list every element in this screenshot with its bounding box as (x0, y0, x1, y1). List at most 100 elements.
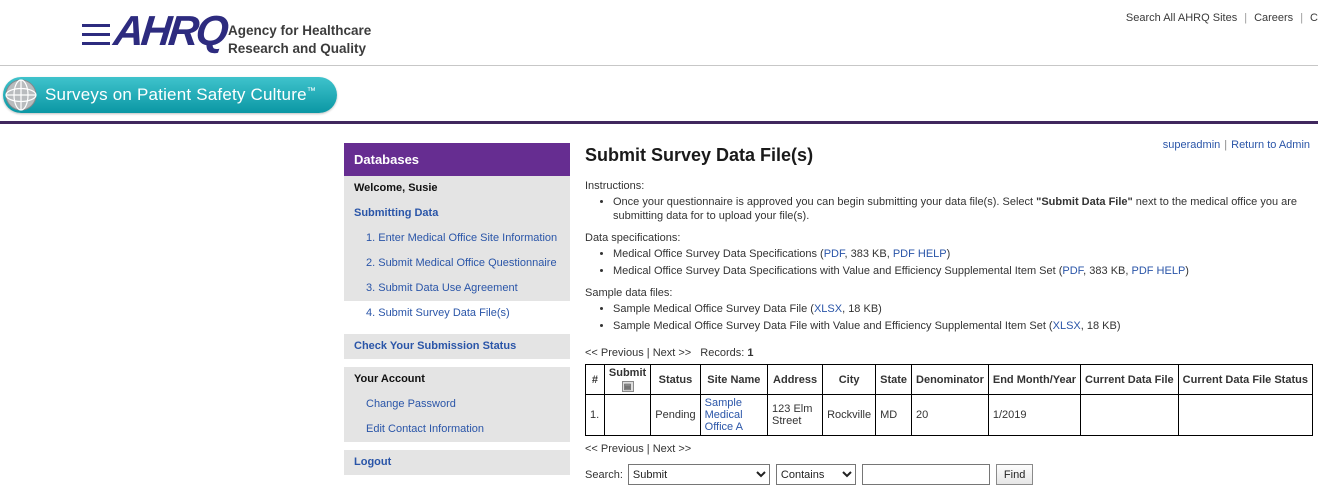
cell-address: 123 Elm Street (768, 395, 823, 436)
sidebar-block-status: Check Your Submission Status (344, 334, 570, 359)
tagline-line2: Research and Quality (228, 40, 371, 58)
col-header-city: City (823, 365, 876, 395)
list-item: Medical Office Survey Data Specification… (613, 264, 1313, 278)
sidebar-header-databases: Databases (344, 143, 570, 176)
list-item: Once your questionnaire is approved you … (613, 195, 1313, 223)
survey-data-table: # Submit▤ Status Site Name Address City … (585, 364, 1313, 436)
sidebar-item-check-submission-status[interactable]: Check Your Submission Status (344, 334, 570, 359)
search-input[interactable] (862, 464, 990, 485)
globe-icon (5, 79, 37, 111)
cell-num: 1. (586, 395, 605, 436)
site-name-link[interactable]: Sample Medical Office A (705, 397, 743, 433)
cell-city: Rockville (823, 395, 876, 436)
sample-text: Sample Medical Office Survey Data File w… (613, 320, 1053, 332)
instructions-label: Instructions: (585, 180, 1313, 192)
xlsx-link[interactable]: XLSX (1053, 320, 1081, 332)
table-row: 1. Pending Sample Medical Office A 123 E… (586, 395, 1313, 436)
instruction-bold-text: "Submit Data File" (1036, 196, 1133, 208)
list-item: Medical Office Survey Data Specification… (613, 247, 1313, 261)
col-header-status: Status (651, 365, 700, 395)
spec-text: , 383 KB, (1083, 265, 1131, 277)
sidebar-item-submit-data-use-agreement[interactable]: 3. Submit Data Use Agreement (344, 276, 570, 301)
previous-link[interactable]: << Previous (585, 443, 644, 455)
sidebar-item-submit-questionnaire[interactable]: 2. Submit Medical Office Questionnaire (344, 251, 570, 276)
main-panel: Submit Survey Data File(s) Instructions:… (585, 145, 1313, 485)
careers-link[interactable]: Careers (1254, 12, 1293, 24)
next-link[interactable]: Next >> (653, 443, 692, 455)
sample-files-list: Sample Medical Office Survey Data File (… (613, 302, 1313, 333)
site-header: AHRQ Agency for Healthcare Research and … (0, 0, 1318, 66)
sidebar-block-submitting: Welcome, Susie Submitting Data 1. Enter … (344, 176, 570, 326)
spec-text: , 383 KB, (845, 248, 893, 260)
logo-tagline: Agency for Healthcare Research and Quali… (228, 22, 371, 57)
instructions-list: Once your questionnaire is approved you … (613, 195, 1313, 223)
sidebar: Databases Welcome, Susie Submitting Data… (344, 143, 570, 483)
cell-site-name: Sample Medical Office A (700, 395, 767, 436)
cell-status: Pending (651, 395, 700, 436)
sidebar-welcome-text: Welcome, Susie (344, 176, 570, 201)
ahrq-logo[interactable]: AHRQ (82, 10, 226, 52)
pdf-link[interactable]: PDF (824, 248, 845, 260)
spec-text: Medical Office Survey Data Specification… (613, 265, 1062, 277)
col-header-submit: Submit▤ (604, 365, 650, 395)
sidebar-item-edit-contact-information[interactable]: Edit Contact Information (344, 417, 570, 442)
spec-text: ) (1185, 265, 1189, 277)
cell-current-data-file-status (1178, 395, 1312, 436)
sidebar-item-logout[interactable]: Logout (344, 450, 570, 475)
sidebar-your-account-label: Your Account (344, 367, 570, 392)
find-button[interactable]: Find (996, 464, 1033, 485)
sidebar-item-submit-survey-data-files[interactable]: 4. Submit Survey Data File(s) (344, 301, 570, 326)
link-separator: | (1293, 12, 1310, 24)
pager-separator: | (647, 443, 650, 455)
cell-denominator: 20 (912, 395, 989, 436)
link-separator: | (1237, 12, 1254, 24)
sample-text: , 18 KB) (842, 303, 882, 315)
xlsx-link[interactable]: XLSX (814, 303, 842, 315)
records-label: Records: (700, 347, 744, 359)
cell-end-month-year: 1/2019 (988, 395, 1080, 436)
logo-speed-lines-icon (82, 21, 110, 48)
logo-text: AHRQ (112, 10, 228, 52)
list-item: Sample Medical Office Survey Data File (… (613, 302, 1313, 316)
pager-separator: | (647, 347, 650, 359)
pdf-help-link[interactable]: PDF HELP (893, 248, 947, 260)
submit-column-icon[interactable]: ▤ (622, 381, 634, 392)
search-operator-select[interactable]: Contains (776, 464, 856, 485)
search-all-ahrq-link[interactable]: Search All AHRQ Sites (1126, 12, 1237, 24)
sidebar-item-submitting-data[interactable]: Submitting Data (344, 201, 570, 226)
sample-text: Sample Medical Office Survey Data File ( (613, 303, 814, 315)
previous-link[interactable]: << Previous (585, 347, 644, 359)
search-field-select[interactable]: Submit (628, 464, 770, 485)
instruction-text: Once your questionnaire is approved you … (613, 196, 1036, 208)
content-area: superadmin|Return to Admin Databases Wel… (0, 124, 1318, 497)
search-label: Search: (585, 469, 623, 481)
cell-current-data-file (1081, 395, 1179, 436)
sidebar-block-account: Your Account Change Password Edit Contac… (344, 367, 570, 442)
data-specifications-label: Data specifications: (585, 232, 1313, 244)
sidebar-item-enter-site-info[interactable]: 1. Enter Medical Office Site Information (344, 226, 570, 251)
list-item: Sample Medical Office Survey Data File w… (613, 319, 1313, 333)
page-title: Submit Survey Data File(s) (585, 145, 1313, 166)
header-utility-links: Search All AHRQ Sites|Careers|C (1126, 12, 1318, 24)
col-header-current-data-file-status: Current Data File Status (1178, 365, 1312, 395)
pagination-top: << Previous | Next >> Records: 1 (585, 347, 1313, 359)
pagination-bottom: << Previous | Next >> (585, 443, 1313, 455)
sidebar-item-change-password[interactable]: Change Password (344, 392, 570, 417)
col-header-num: # (586, 365, 605, 395)
pdf-link[interactable]: PDF (1062, 265, 1083, 277)
banner-title: Surveys on Patient Safety Culture™ (45, 85, 316, 105)
next-link[interactable]: Next >> (653, 347, 692, 359)
sidebar-block-logout: Logout (344, 450, 570, 475)
sops-banner: Surveys on Patient Safety Culture™ (3, 77, 337, 113)
pdf-help-link[interactable]: PDF HELP (1131, 265, 1185, 277)
truncated-link[interactable]: C (1310, 12, 1318, 24)
col-header-address: Address (768, 365, 823, 395)
records-count: 1 (747, 347, 753, 359)
spec-text: Medical Office Survey Data Specification… (613, 248, 824, 260)
cell-submit (604, 395, 650, 436)
table-header-row: # Submit▤ Status Site Name Address City … (586, 365, 1313, 395)
col-header-denominator: Denominator (912, 365, 989, 395)
sops-banner-strip: Surveys on Patient Safety Culture™ (0, 67, 1318, 121)
col-header-end-month-year: End Month/Year (988, 365, 1080, 395)
sample-data-files-label: Sample data files: (585, 287, 1313, 299)
